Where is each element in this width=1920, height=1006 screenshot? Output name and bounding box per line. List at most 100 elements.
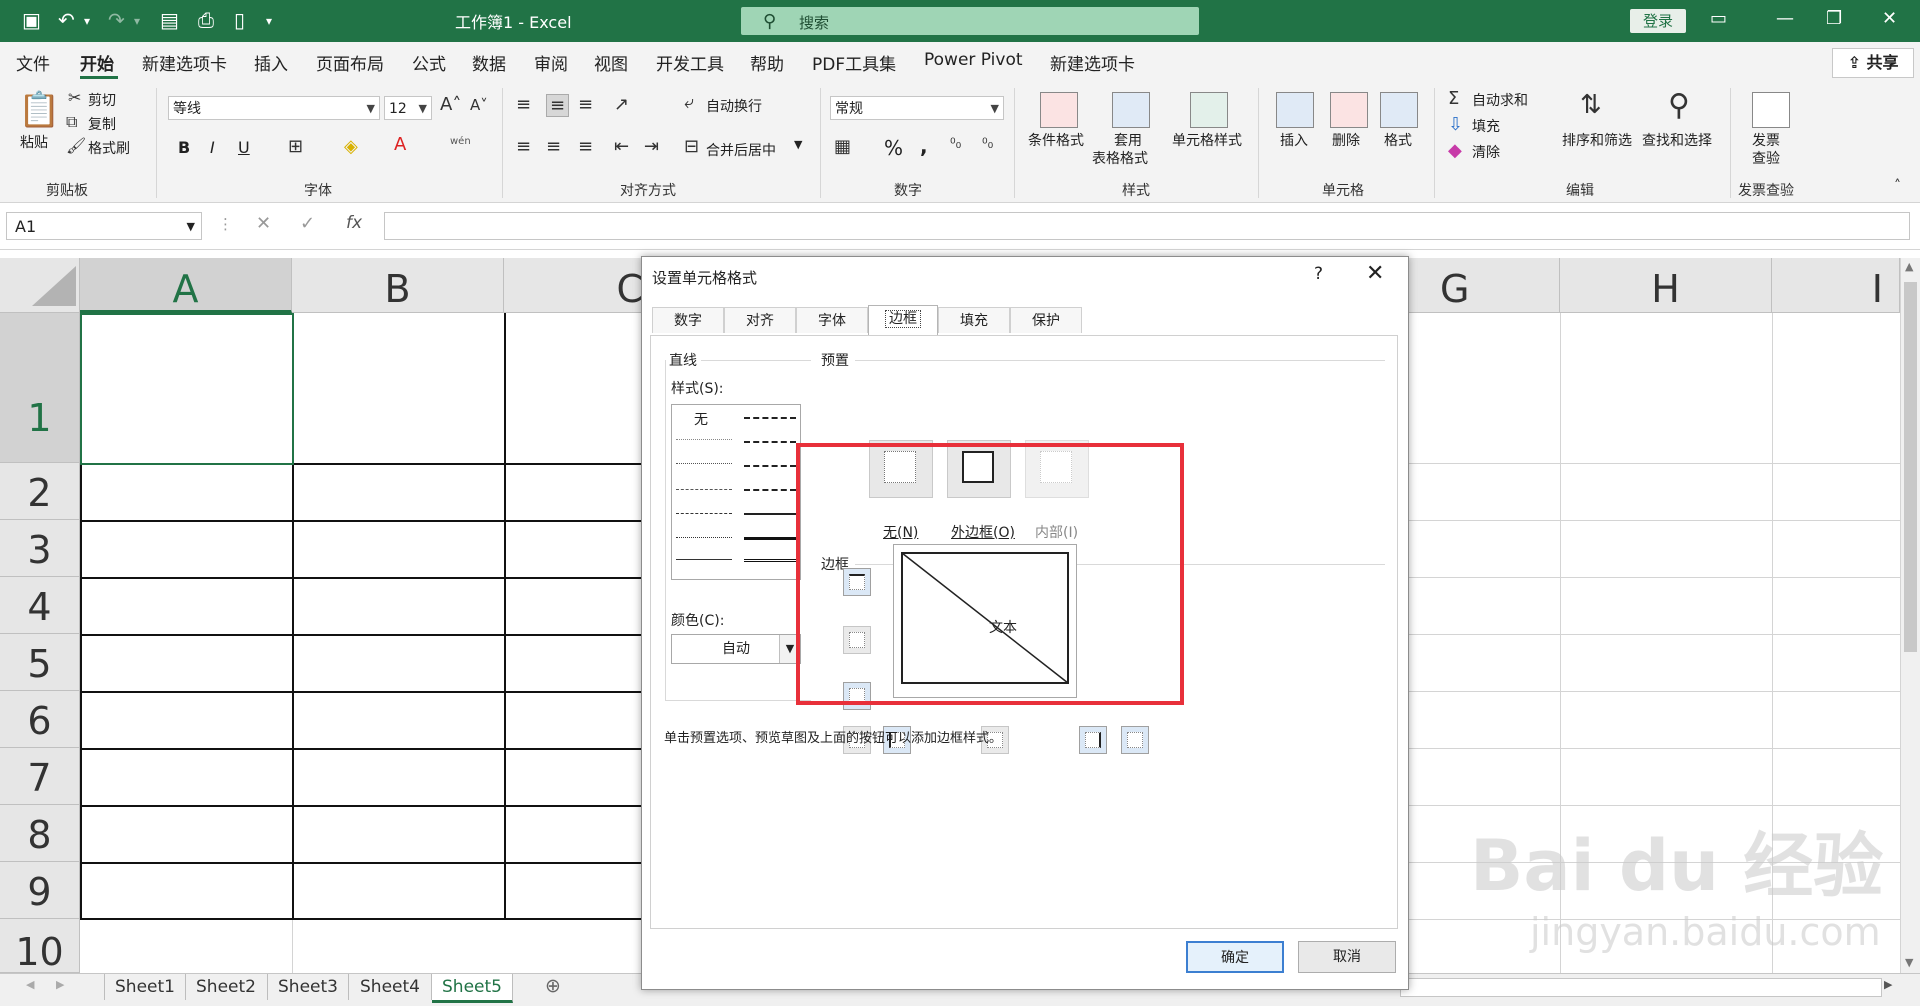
borders-icon[interactable]: ⊞	[288, 136, 303, 157]
format-painter-icon[interactable]: 🖌	[66, 136, 86, 155]
row-header-3[interactable]: 3	[0, 520, 80, 577]
line-style-list[interactable]: 无	[671, 404, 801, 580]
row-header-8[interactable]: 8	[0, 805, 80, 862]
sheet-tab-3[interactable]: Sheet3	[268, 974, 349, 1000]
row-header-1[interactable]: 1	[0, 313, 80, 463]
restore-icon[interactable]: ❐	[1826, 8, 1842, 29]
menu-developer[interactable]: 开发工具	[656, 50, 724, 75]
menu-view[interactable]: 视图	[594, 50, 628, 75]
cell-styles-label[interactable]: 单元格样式	[1172, 130, 1242, 150]
close-icon[interactable]: ✕	[1882, 8, 1897, 29]
fill-label[interactable]: 填充	[1472, 116, 1500, 136]
row-header-7[interactable]: 7	[0, 748, 80, 805]
percent-button[interactable]: %	[884, 136, 903, 160]
menu-insert[interactable]: 插入	[254, 50, 288, 75]
tab-border[interactable]: 边框	[868, 305, 938, 335]
row-header-9[interactable]: 9	[0, 862, 80, 919]
align-right-icon[interactable]: ≡	[578, 136, 593, 157]
menu-new-tab-1[interactable]: 新建选项卡	[142, 50, 227, 75]
scrollbar-thumb[interactable]	[1904, 282, 1917, 652]
clear-label[interactable]: 清除	[1472, 142, 1500, 162]
insert-cells-label[interactable]: 插入	[1280, 130, 1308, 150]
line-style-option[interactable]	[676, 489, 732, 490]
menu-pdf-tools[interactable]: PDF工具集	[812, 50, 896, 75]
line-style-option[interactable]	[676, 559, 732, 560]
menu-power-pivot[interactable]: Power Pivot	[924, 50, 1023, 70]
delete-cells-label[interactable]: 删除	[1332, 130, 1360, 150]
style-none-label[interactable]: 无	[694, 409, 708, 429]
decrease-decimal-icon[interactable]: ⁰₀	[982, 136, 993, 152]
autosum-icon[interactable]: Σ	[1448, 88, 1459, 109]
line-style-option[interactable]	[744, 513, 796, 515]
collapse-ribbon-icon[interactable]: ˄	[1894, 178, 1901, 194]
cut-label[interactable]: 剪切	[88, 90, 116, 110]
find-select-label[interactable]: 查找和选择	[1642, 130, 1712, 150]
ok-button[interactable]: 确定	[1186, 941, 1284, 973]
column-header-h[interactable]: H	[1560, 258, 1772, 313]
print-preview-icon[interactable]: ⎙	[198, 8, 214, 32]
format-as-table-icon[interactable]	[1112, 92, 1150, 128]
login-button[interactable]: 登录	[1630, 9, 1686, 33]
accounting-format-icon[interactable]: ▦	[834, 136, 851, 157]
cancel-icon[interactable]: ✕	[256, 213, 271, 234]
selected-cell-a1[interactable]	[80, 313, 294, 465]
menu-formulas[interactable]: 公式	[412, 50, 446, 75]
tab-font[interactable]: 字体	[796, 307, 868, 333]
increase-indent-icon[interactable]: ⇥	[644, 136, 659, 157]
row-header-2[interactable]: 2	[0, 463, 80, 520]
wrap-text-icon[interactable]: ⤶	[684, 92, 694, 113]
merge-center-label[interactable]: 合并后居中	[706, 140, 776, 160]
menu-help[interactable]: 帮助	[750, 50, 784, 75]
delete-cells-icon[interactable]	[1330, 92, 1368, 128]
menu-file[interactable]: 文件	[16, 50, 50, 75]
menu-page-layout[interactable]: 页面布局	[316, 50, 384, 75]
align-left-icon[interactable]: ≡	[516, 136, 531, 157]
font-color-icon[interactable]: A	[394, 134, 406, 155]
menu-home[interactable]: 开始	[80, 50, 114, 75]
document-icon[interactable]: ▯	[234, 8, 245, 32]
border-right-button[interactable]	[1079, 726, 1107, 754]
line-style-option[interactable]	[744, 559, 796, 562]
align-bottom-icon[interactable]: ≡	[578, 94, 593, 115]
column-header-a[interactable]: A	[80, 258, 292, 313]
help-button[interactable]: ?	[1314, 264, 1323, 284]
line-style-option[interactable]	[744, 441, 796, 443]
line-style-option[interactable]	[744, 537, 796, 540]
comma-button[interactable]: ,	[920, 134, 928, 158]
vertical-scrollbar[interactable]: ▲ ▼	[1900, 258, 1920, 973]
autosum-label[interactable]: 自动求和	[1472, 90, 1528, 110]
conditional-format-label[interactable]: 条件格式	[1028, 130, 1084, 150]
number-format-combo[interactable]: 常规 ▼	[830, 96, 1004, 120]
save-icon[interactable]: ▣	[22, 8, 41, 32]
row-header-10[interactable]: 10	[0, 919, 80, 974]
increase-font-icon[interactable]: A˄	[440, 94, 461, 115]
line-style-option[interactable]	[744, 489, 796, 491]
merge-center-icon[interactable]: ⊟	[684, 136, 699, 157]
line-style-option[interactable]	[744, 417, 796, 419]
scroll-down-icon[interactable]: ▼	[1905, 956, 1913, 969]
cell-styles-icon[interactable]	[1190, 92, 1228, 128]
invoice-label-1[interactable]: 发票	[1752, 130, 1780, 150]
chevron-down-icon[interactable]: ▼	[794, 138, 802, 151]
format-as-table-label-1[interactable]: 套用	[1114, 130, 1142, 150]
undo-dropdown-icon[interactable]: ▾	[84, 14, 90, 28]
invoice-check-icon[interactable]	[1752, 92, 1790, 128]
paste-label[interactable]: 粘贴	[20, 132, 48, 152]
orientation-icon[interactable]: ↗	[614, 94, 629, 115]
form-icon[interactable]: ▤	[160, 8, 179, 32]
line-style-option[interactable]	[676, 463, 732, 464]
row-header-6[interactable]: 6	[0, 691, 80, 748]
font-size-combo[interactable]: 12 ▼	[384, 96, 432, 120]
sheet-tab-5[interactable]: Sheet5	[432, 974, 513, 1003]
paste-icon[interactable]: 📋	[18, 90, 60, 130]
insert-function-button[interactable]: fx	[346, 213, 362, 233]
scroll-up-icon[interactable]: ▲	[1905, 260, 1913, 273]
wrap-text-label[interactable]: 自动换行	[706, 96, 762, 116]
row-header-5[interactable]: 5	[0, 634, 80, 691]
cut-icon[interactable]: ✂	[68, 88, 81, 107]
formula-input[interactable]	[384, 212, 1910, 240]
ribbon-display-icon[interactable]: ▭	[1710, 8, 1727, 29]
menu-data[interactable]: 数据	[472, 50, 506, 75]
line-style-option[interactable]	[676, 513, 732, 514]
sort-filter-icon[interactable]: ⇅	[1580, 90, 1602, 120]
